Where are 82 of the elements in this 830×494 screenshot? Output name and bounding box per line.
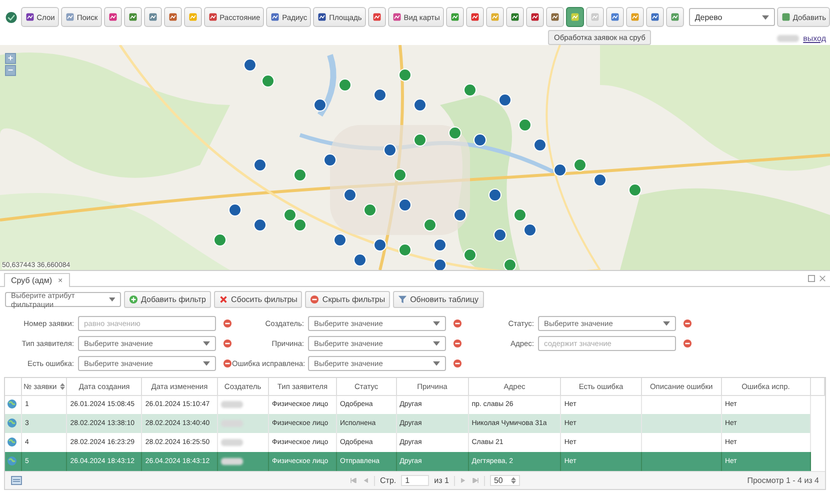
toolbar-icon-button[interactable] (466, 7, 484, 27)
minus-icon (310, 295, 320, 304)
globe-icon (7, 436, 17, 446)
funnel-icon (398, 295, 408, 304)
globe-icon (7, 418, 17, 428)
remove-filter-icon[interactable] (223, 359, 232, 368)
filter-button[interactable]: Обновить таблицу (393, 291, 484, 308)
tool-icon (24, 12, 35, 22)
tool-icon (128, 12, 138, 22)
tool-icon (670, 12, 680, 22)
toolbar-icon-button[interactable] (546, 7, 564, 27)
tool-icon (610, 12, 620, 22)
tool-icon (630, 12, 640, 22)
caret-icon (762, 14, 769, 20)
page-size-select[interactable]: 50 (490, 475, 520, 486)
tab-close-button[interactable]: × (58, 276, 63, 285)
remove-filter-icon[interactable] (683, 339, 692, 348)
page-label: Стр. (380, 476, 396, 485)
remove-filter-icon[interactable] (453, 359, 462, 368)
logout-link[interactable]: выход (803, 34, 826, 43)
caret-icon (433, 341, 440, 346)
toolbar-icon-button[interactable] (526, 7, 544, 27)
tool-icon (530, 12, 540, 22)
tool-icon (372, 12, 382, 22)
toolbar-icon-button[interactable] (104, 7, 122, 27)
tool-icon (270, 12, 280, 22)
toolbar-icon-button[interactable] (506, 7, 524, 27)
records-summary: Просмотр 1 - 4 из 4 (747, 476, 819, 485)
filter-button[interactable]: Добавить фильтр (124, 291, 211, 308)
tool-icon (450, 12, 460, 22)
redacted-username (777, 35, 800, 42)
filter-button[interactable]: Скрыть фильтры (305, 291, 390, 308)
tool-icon (317, 12, 328, 22)
caret-icon (203, 361, 210, 366)
page-input-field[interactable]: 1 (401, 475, 430, 486)
tool-icon (188, 12, 198, 22)
remove-filter-icon[interactable] (453, 339, 462, 348)
toolbar-icon-button[interactable] (164, 7, 182, 27)
export-icon[interactable] (11, 476, 22, 485)
toolbar-icon-button[interactable] (368, 7, 386, 27)
layer-select[interactable]: Дерево (688, 8, 775, 26)
toolbar-icon-button[interactable] (666, 7, 684, 27)
toolbar-icon-button[interactable] (646, 7, 664, 27)
tool-icon (490, 12, 500, 22)
toolbar-icon-button[interactable] (144, 7, 162, 27)
globe-icon (7, 456, 17, 466)
tool-icon (208, 12, 218, 22)
tool-icon (550, 12, 560, 22)
cross-icon (218, 295, 228, 304)
select-value: Дерево (694, 12, 722, 22)
tool-icon (64, 12, 75, 22)
tool-icon (168, 12, 178, 22)
caret-icon (663, 321, 670, 326)
tool-icon (590, 12, 600, 22)
caret-icon (433, 361, 440, 366)
tool-icon (392, 12, 402, 22)
caret-icon (108, 297, 115, 302)
tool-icon (570, 12, 580, 22)
tool-icon (470, 12, 480, 22)
tool-icon (650, 12, 660, 22)
toolbar-icon-button[interactable] (606, 7, 624, 27)
toolbar-icon-button[interactable] (124, 7, 142, 27)
plus-icon (129, 295, 138, 304)
toolbar-icon-button[interactable] (566, 7, 584, 27)
close-icon[interactable] (819, 275, 826, 282)
tool-icon (148, 12, 158, 22)
remove-filter-icon[interactable] (223, 339, 232, 348)
caret-icon (433, 321, 440, 326)
remove-filter-icon[interactable] (683, 319, 692, 328)
filter-button[interactable]: Сбосить фильтры (214, 291, 302, 308)
caret-icon (203, 341, 210, 346)
spinner-icon (510, 477, 516, 484)
remove-filter-icon[interactable] (453, 319, 462, 328)
panel-tab[interactable]: Сруб (адм) × (4, 273, 70, 287)
globe-icon (7, 398, 17, 409)
remove-filter-icon[interactable] (223, 319, 232, 328)
page-count: из 1 (434, 476, 449, 485)
logo-icon (5, 10, 18, 24)
toolbar-icon-button[interactable] (446, 7, 464, 27)
maximize-icon[interactable] (808, 275, 815, 282)
tool-icon (108, 12, 118, 22)
tool-icon (510, 12, 520, 22)
